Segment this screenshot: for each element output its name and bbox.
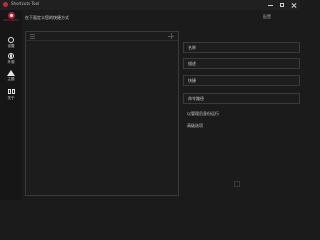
sidebar-item-settings[interactable]: 设置: [1, 37, 21, 53]
sidebar-item-label: 关于: [7, 96, 15, 100]
minimize-button[interactable]: [264, 0, 276, 10]
brand-text: ShortcutsTool: [3, 19, 19, 22]
field-label: 命令路径: [188, 96, 204, 101]
paint-icon: [7, 70, 15, 77]
maximize-button[interactable]: [276, 0, 288, 10]
add-shortcut-button[interactable]: [168, 33, 174, 39]
list-icon[interactable]: [30, 34, 35, 39]
sidebar-item-label: 设置: [7, 44, 15, 48]
run-as-admin-checkbox[interactable]: 以管理员身份运行: [187, 111, 219, 117]
list-header: [26, 32, 178, 41]
sidebar-item-appearance[interactable]: 外观: [1, 53, 21, 69]
close-button[interactable]: [288, 0, 300, 10]
sidebar-item-label: 主题: [7, 77, 15, 81]
brand-logo-icon: [7, 12, 15, 19]
title-bar: Shortcuts Tool: [0, 0, 300, 10]
save-icon[interactable]: [234, 181, 240, 187]
field-label: 名称: [188, 45, 196, 50]
globe-icon: [7, 53, 15, 60]
name-field[interactable]: 名称: [183, 42, 300, 53]
advanced-options-label: 高级选项: [187, 123, 203, 128]
shortcut-form: 名称 描述 快捷 命令路径 以管理员身份运行 高级选项: [183, 31, 300, 196]
config-link[interactable]: 配置: [263, 14, 271, 20]
field-label: 快捷: [188, 78, 196, 83]
shortcut-key-field[interactable]: 快捷: [183, 75, 300, 86]
maximize-icon: [280, 3, 284, 7]
window-controls: [264, 0, 300, 10]
command-path-field[interactable]: 命令路径: [183, 93, 300, 104]
brand: ShortcutsTool: [2, 12, 20, 24]
app-logo-icon: [3, 2, 8, 7]
page-hint: 在下面定义您的快捷方式: [25, 15, 69, 20]
book-icon: [7, 89, 15, 96]
sidebar: ShortcutsTool 设置 外观 主题 关于: [0, 10, 22, 200]
sidebar-item-label: 外观: [7, 60, 15, 64]
minimize-icon: [267, 4, 273, 6]
gear-icon: [7, 37, 15, 44]
sidebar-item-about[interactable]: 关于: [1, 88, 21, 104]
field-label: 描述: [188, 61, 196, 66]
sidebar-item-theme[interactable]: 主题: [1, 70, 21, 86]
description-field[interactable]: 描述: [183, 58, 300, 69]
shortcut-list-panel[interactable]: [25, 31, 179, 196]
window-title: Shortcuts Tool: [11, 1, 40, 6]
